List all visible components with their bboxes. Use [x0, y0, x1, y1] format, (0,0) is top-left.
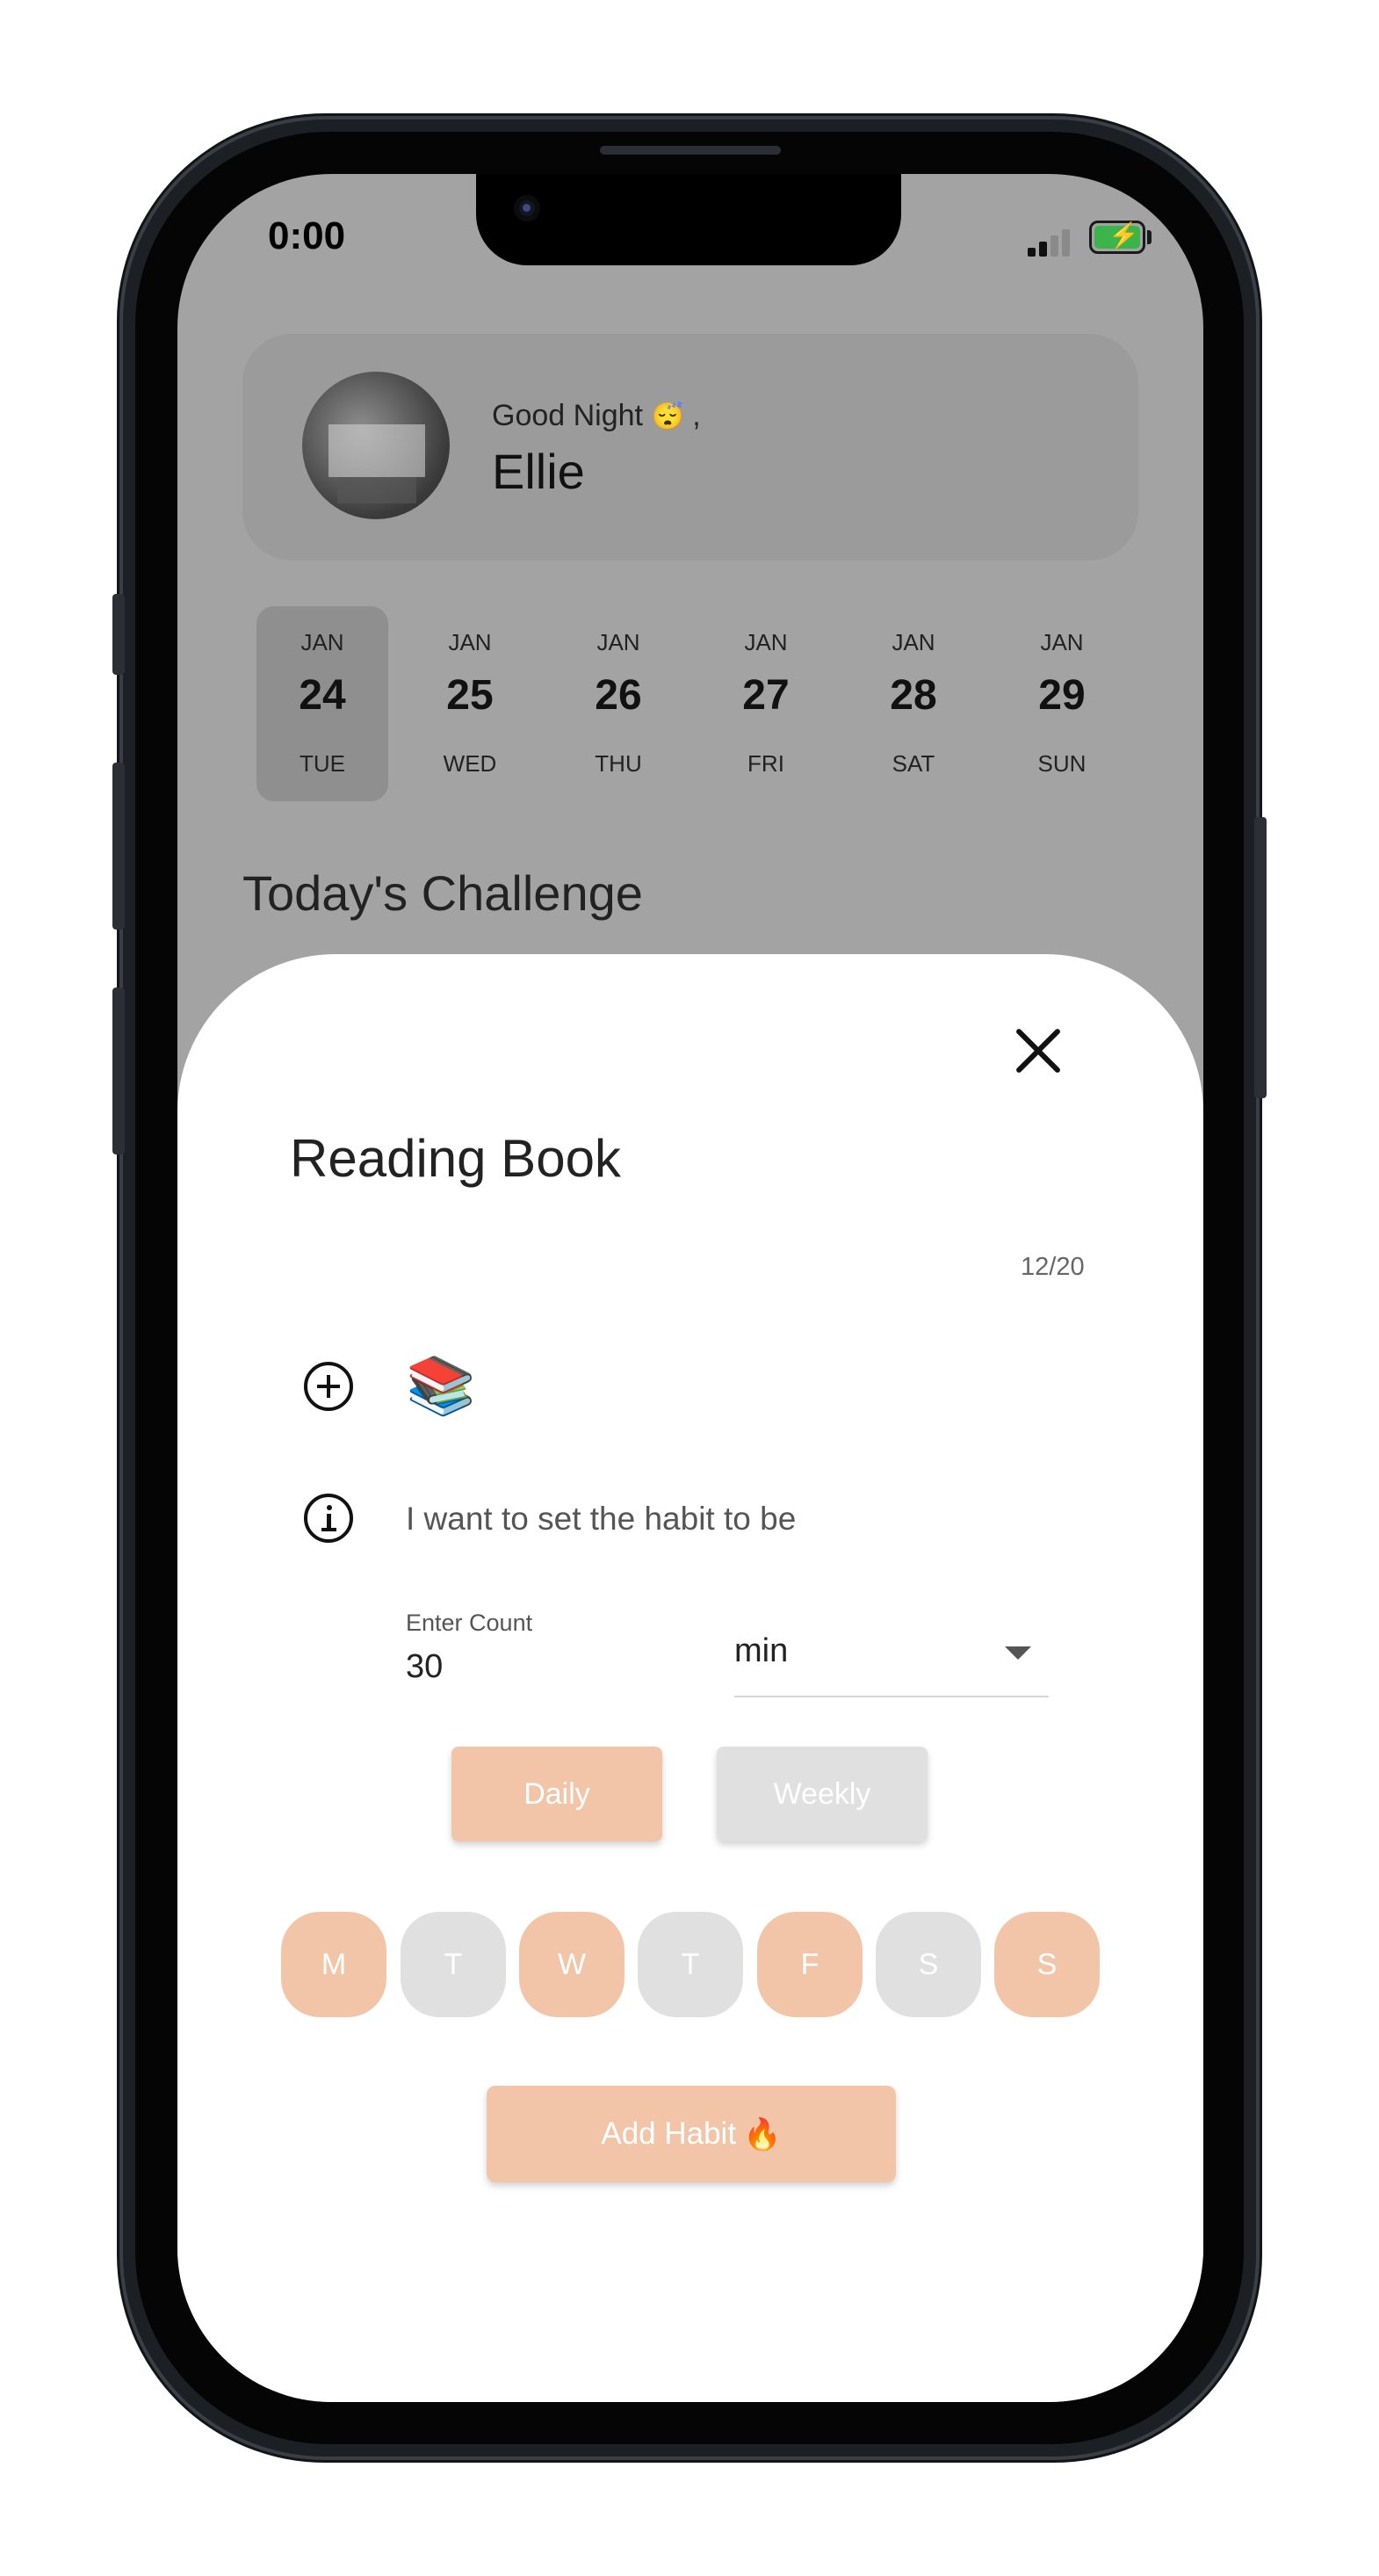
date-day: 27 [742, 672, 790, 719]
date-item[interactable]: JAN 29 SUN [996, 606, 1128, 801]
phone-side-button [112, 988, 125, 1154]
add-circle-icon[interactable] [304, 1362, 353, 1411]
close-icon[interactable] [1012, 1024, 1065, 1077]
day-chip-thursday[interactable]: T [638, 1912, 743, 2017]
greeting-card: Good Night 😴 , Ellie [242, 334, 1138, 561]
notch [476, 174, 901, 265]
weekly-button[interactable]: Weekly [717, 1747, 928, 1842]
unit-value: min [734, 1632, 789, 1669]
date-item[interactable]: JAN 25 WED [404, 606, 536, 801]
date-day: 26 [595, 672, 642, 719]
count-input[interactable]: 30 [406, 1648, 443, 1686]
avatar[interactable] [302, 372, 450, 519]
caret-down-icon [1005, 1646, 1031, 1660]
charging-bolt-icon: ⚡ [1108, 221, 1139, 249]
date-month: JAN [448, 629, 492, 655]
date-weekday: THU [595, 750, 642, 777]
unit-dropdown[interactable]: min [734, 1625, 1049, 1697]
battery-cap [1147, 230, 1152, 244]
daily-button[interactable]: Daily [451, 1747, 662, 1842]
count-field-label: Enter Count [406, 1610, 533, 1636]
date-item[interactable]: JAN 27 FRI [700, 606, 832, 801]
greeting-label: Good Night [492, 399, 643, 432]
date-item[interactable]: JAN 28 SAT [848, 606, 979, 801]
user-name: Ellie [492, 444, 585, 499]
info-icon [304, 1494, 353, 1543]
date-month: JAN [1040, 629, 1084, 655]
phone-side-button [112, 594, 125, 675]
date-day: 24 [299, 672, 346, 719]
camera-icon [514, 195, 540, 221]
speaker-grill [600, 146, 781, 155]
char-counter: 12/20 [1021, 1253, 1085, 1281]
date-item[interactable]: JAN 26 THU [552, 606, 684, 801]
date-day: 28 [890, 672, 937, 719]
fire-icon: 🔥 [743, 2117, 782, 2152]
date-strip: JAN 24 TUE JAN 25 WED JAN 26 THU JAN 27 … [256, 606, 1135, 801]
day-chip-friday[interactable]: F [757, 1912, 863, 2017]
date-month: JAN [892, 629, 935, 655]
day-chip-tuesday[interactable]: T [401, 1912, 506, 2017]
signal-icon [1028, 227, 1077, 257]
section-title: Today's Challenge [242, 865, 643, 921]
app-screen: 0:00 ⚡ Good Night 😴 , Ellie JAN 24 TUE J… [177, 174, 1203, 2402]
date-month: JAN [300, 629, 344, 655]
date-weekday: FRI [747, 750, 784, 777]
day-chip-saturday[interactable]: S [876, 1912, 981, 2017]
add-habit-sheet: Reading Book 12/20 📚 I want to set the h… [177, 954, 1203, 2402]
books-icon[interactable]: 📚 [406, 1353, 476, 1419]
greeting-text: Good Night 😴 , [492, 399, 701, 433]
sleepy-face-icon: 😴 [651, 402, 684, 431]
date-day: 25 [446, 672, 494, 719]
date-weekday: TUE [300, 750, 345, 777]
date-weekday: SUN [1037, 750, 1087, 777]
greeting-suffix: , [683, 399, 701, 432]
habit-sentence: I want to set the habit to be [406, 1501, 797, 1537]
phone-side-button [1254, 817, 1267, 1098]
date-month: JAN [596, 629, 640, 655]
date-item[interactable]: JAN 24 TUE [256, 606, 388, 801]
status-time: 0:00 [268, 214, 346, 257]
date-day: 29 [1038, 672, 1086, 719]
habit-name-input[interactable]: Reading Book [290, 1128, 621, 1189]
phone-side-button [112, 763, 125, 930]
date-weekday: SAT [892, 750, 935, 777]
day-chip-wednesday[interactable]: W [519, 1912, 625, 2017]
day-chip-sunday[interactable]: S [994, 1912, 1100, 2017]
battery-icon: ⚡ [1089, 221, 1145, 254]
date-weekday: WED [443, 750, 497, 777]
day-chip-monday[interactable]: M [281, 1912, 386, 2017]
add-habit-button[interactable]: Add Habit 🔥 [487, 2086, 896, 2182]
add-habit-label: Add Habit [601, 2117, 737, 2151]
date-month: JAN [744, 629, 788, 655]
